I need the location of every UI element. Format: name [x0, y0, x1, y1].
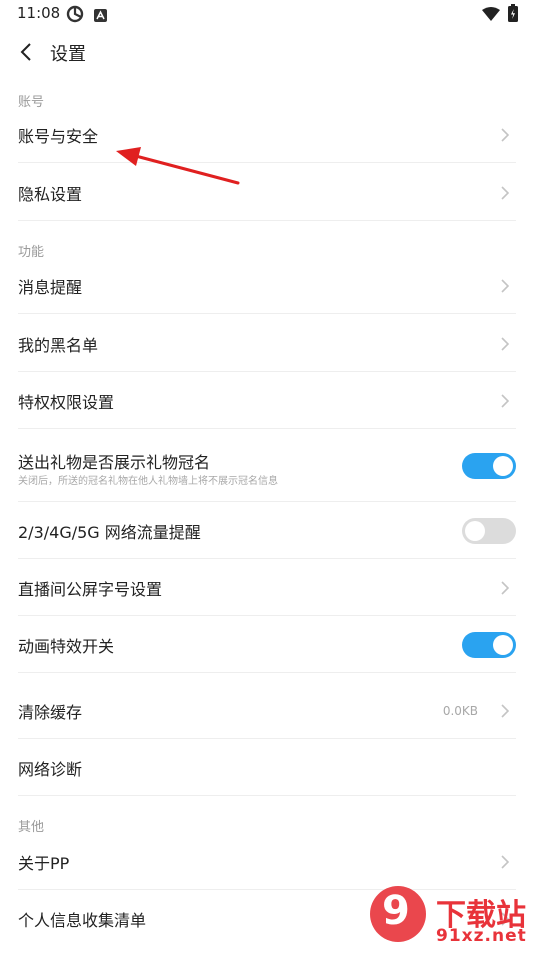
toggle-knob	[493, 456, 513, 476]
settings-item-notifications[interactable]: 消息提醒	[18, 257, 516, 314]
battery-icon	[508, 4, 518, 26]
gift-title-toggle[interactable]	[462, 453, 516, 479]
settings-item-label: 清除缓存	[18, 702, 83, 722]
chevron-right-icon	[501, 854, 510, 869]
settings-item-label: 直播间公屏字号设置	[18, 579, 163, 599]
chevron-right-icon	[501, 278, 510, 293]
page-title: 设置	[50, 44, 86, 65]
settings-item-font-size[interactable]: 直播间公屏字号设置	[18, 559, 516, 616]
settings-item-blacklist[interactable]: 我的黑名单	[18, 315, 516, 372]
toggle-knob	[465, 520, 485, 541]
settings-item-privacy[interactable]: 隐私设置	[18, 164, 516, 221]
sync-icon	[66, 5, 84, 27]
data-alert-toggle[interactable]	[462, 517, 516, 544]
settings-item-clear-cache[interactable]: 清除缓存 0.0KB	[18, 682, 516, 739]
status-bar: 11:08	[0, 0, 534, 28]
chevron-right-icon	[501, 336, 510, 351]
watermark-logo-text: 9	[382, 888, 410, 934]
watermark-domain: 91xz.net	[436, 926, 527, 946]
settings-item-account-security[interactable]: 账号与安全	[18, 106, 516, 163]
back-button[interactable]	[12, 38, 40, 66]
divider	[18, 313, 516, 314]
wifi-icon	[482, 6, 500, 25]
divider	[18, 162, 516, 163]
settings-item-description: 关闭后，所送的冠名礼物在他人礼物墙上将不展示冠名信息	[18, 476, 278, 487]
divider	[18, 428, 516, 429]
cache-size-value: 0.0KB	[442, 703, 478, 718]
settings-item-animation: 动画特效开关	[18, 616, 516, 673]
settings-item-data-alert: 2/3/4G/5G 网络流量提醒	[18, 502, 516, 559]
status-time: 11:08	[17, 4, 61, 22]
settings-item-label: 网络诊断	[18, 759, 83, 779]
watermark: 9 下载站 91xz.net	[364, 882, 534, 950]
animation-toggle[interactable]	[462, 631, 516, 658]
chevron-right-icon	[501, 580, 510, 595]
settings-item-gift-title: 送出礼物是否展示礼物冠名 关闭后，所送的冠名礼物在他人礼物墙上将不展示冠名信息	[18, 430, 516, 502]
settings-item-label: 消息提醒	[18, 277, 83, 297]
app-notification-icon	[94, 7, 107, 26]
settings-item-label: 特权权限设置	[18, 392, 115, 412]
settings-item-label: 隐私设置	[18, 184, 83, 204]
settings-item-label: 动画特效开关	[18, 636, 115, 656]
divider	[18, 795, 516, 796]
settings-item-label: 个人信息收集清单	[18, 910, 147, 930]
chevron-right-icon	[501, 703, 510, 718]
chevron-right-icon	[501, 393, 510, 408]
settings-item-label: 送出礼物是否展示礼物冠名	[18, 453, 211, 472]
settings-item-diagnose[interactable]: 网络诊断	[18, 739, 516, 796]
divider	[18, 220, 516, 221]
toggle-knob	[493, 634, 513, 655]
chevron-right-icon	[501, 127, 510, 142]
chevron-left-icon	[20, 43, 31, 61]
header-bar: 设置	[0, 30, 534, 74]
settings-item-label: 关于PP	[18, 853, 70, 873]
settings-item-label: 账号与安全	[18, 126, 99, 146]
settings-item-label: 2/3/4G/5G 网络流量提醒	[18, 522, 201, 542]
chevron-right-icon	[501, 185, 510, 200]
settings-item-label: 我的黑名单	[18, 335, 99, 355]
settings-item-privilege[interactable]: 特权权限设置	[18, 372, 516, 429]
divider	[18, 672, 516, 673]
